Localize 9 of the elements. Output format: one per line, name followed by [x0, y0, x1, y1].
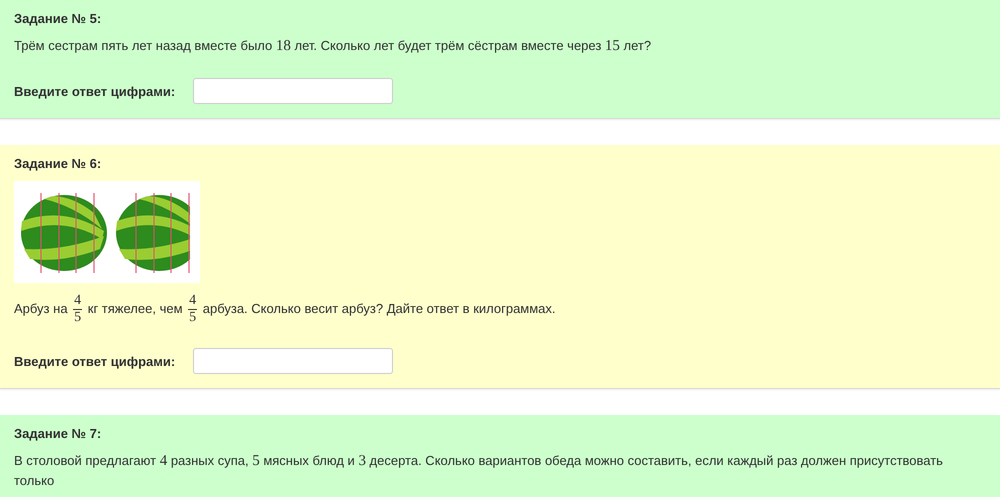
question-text: Трём сестрам пять лет назад вместе было 18 лет. Сколько лет будет трём сёстрам вместе через 15 лет?	[14, 37, 652, 56]
task-title: Задание № 6:	[14, 156, 102, 172]
question-text: В столовой предлагают 4 разных супа, 5 мясных блюд и 3 десерта. Сколько вариантов обеда можно составить, если каждый раз должен присутствовать только	[14, 452, 944, 490]
answer-label: Введите ответ цифрами:	[14, 354, 176, 368]
answer-label: Введите ответ цифрами:	[14, 84, 176, 98]
task-title: Задание № 5:	[14, 11, 102, 27]
task-title: Задание № 7:	[14, 426, 102, 442]
answer-field[interactable]	[193, 348, 394, 374]
answer-field[interactable]	[193, 78, 394, 104]
